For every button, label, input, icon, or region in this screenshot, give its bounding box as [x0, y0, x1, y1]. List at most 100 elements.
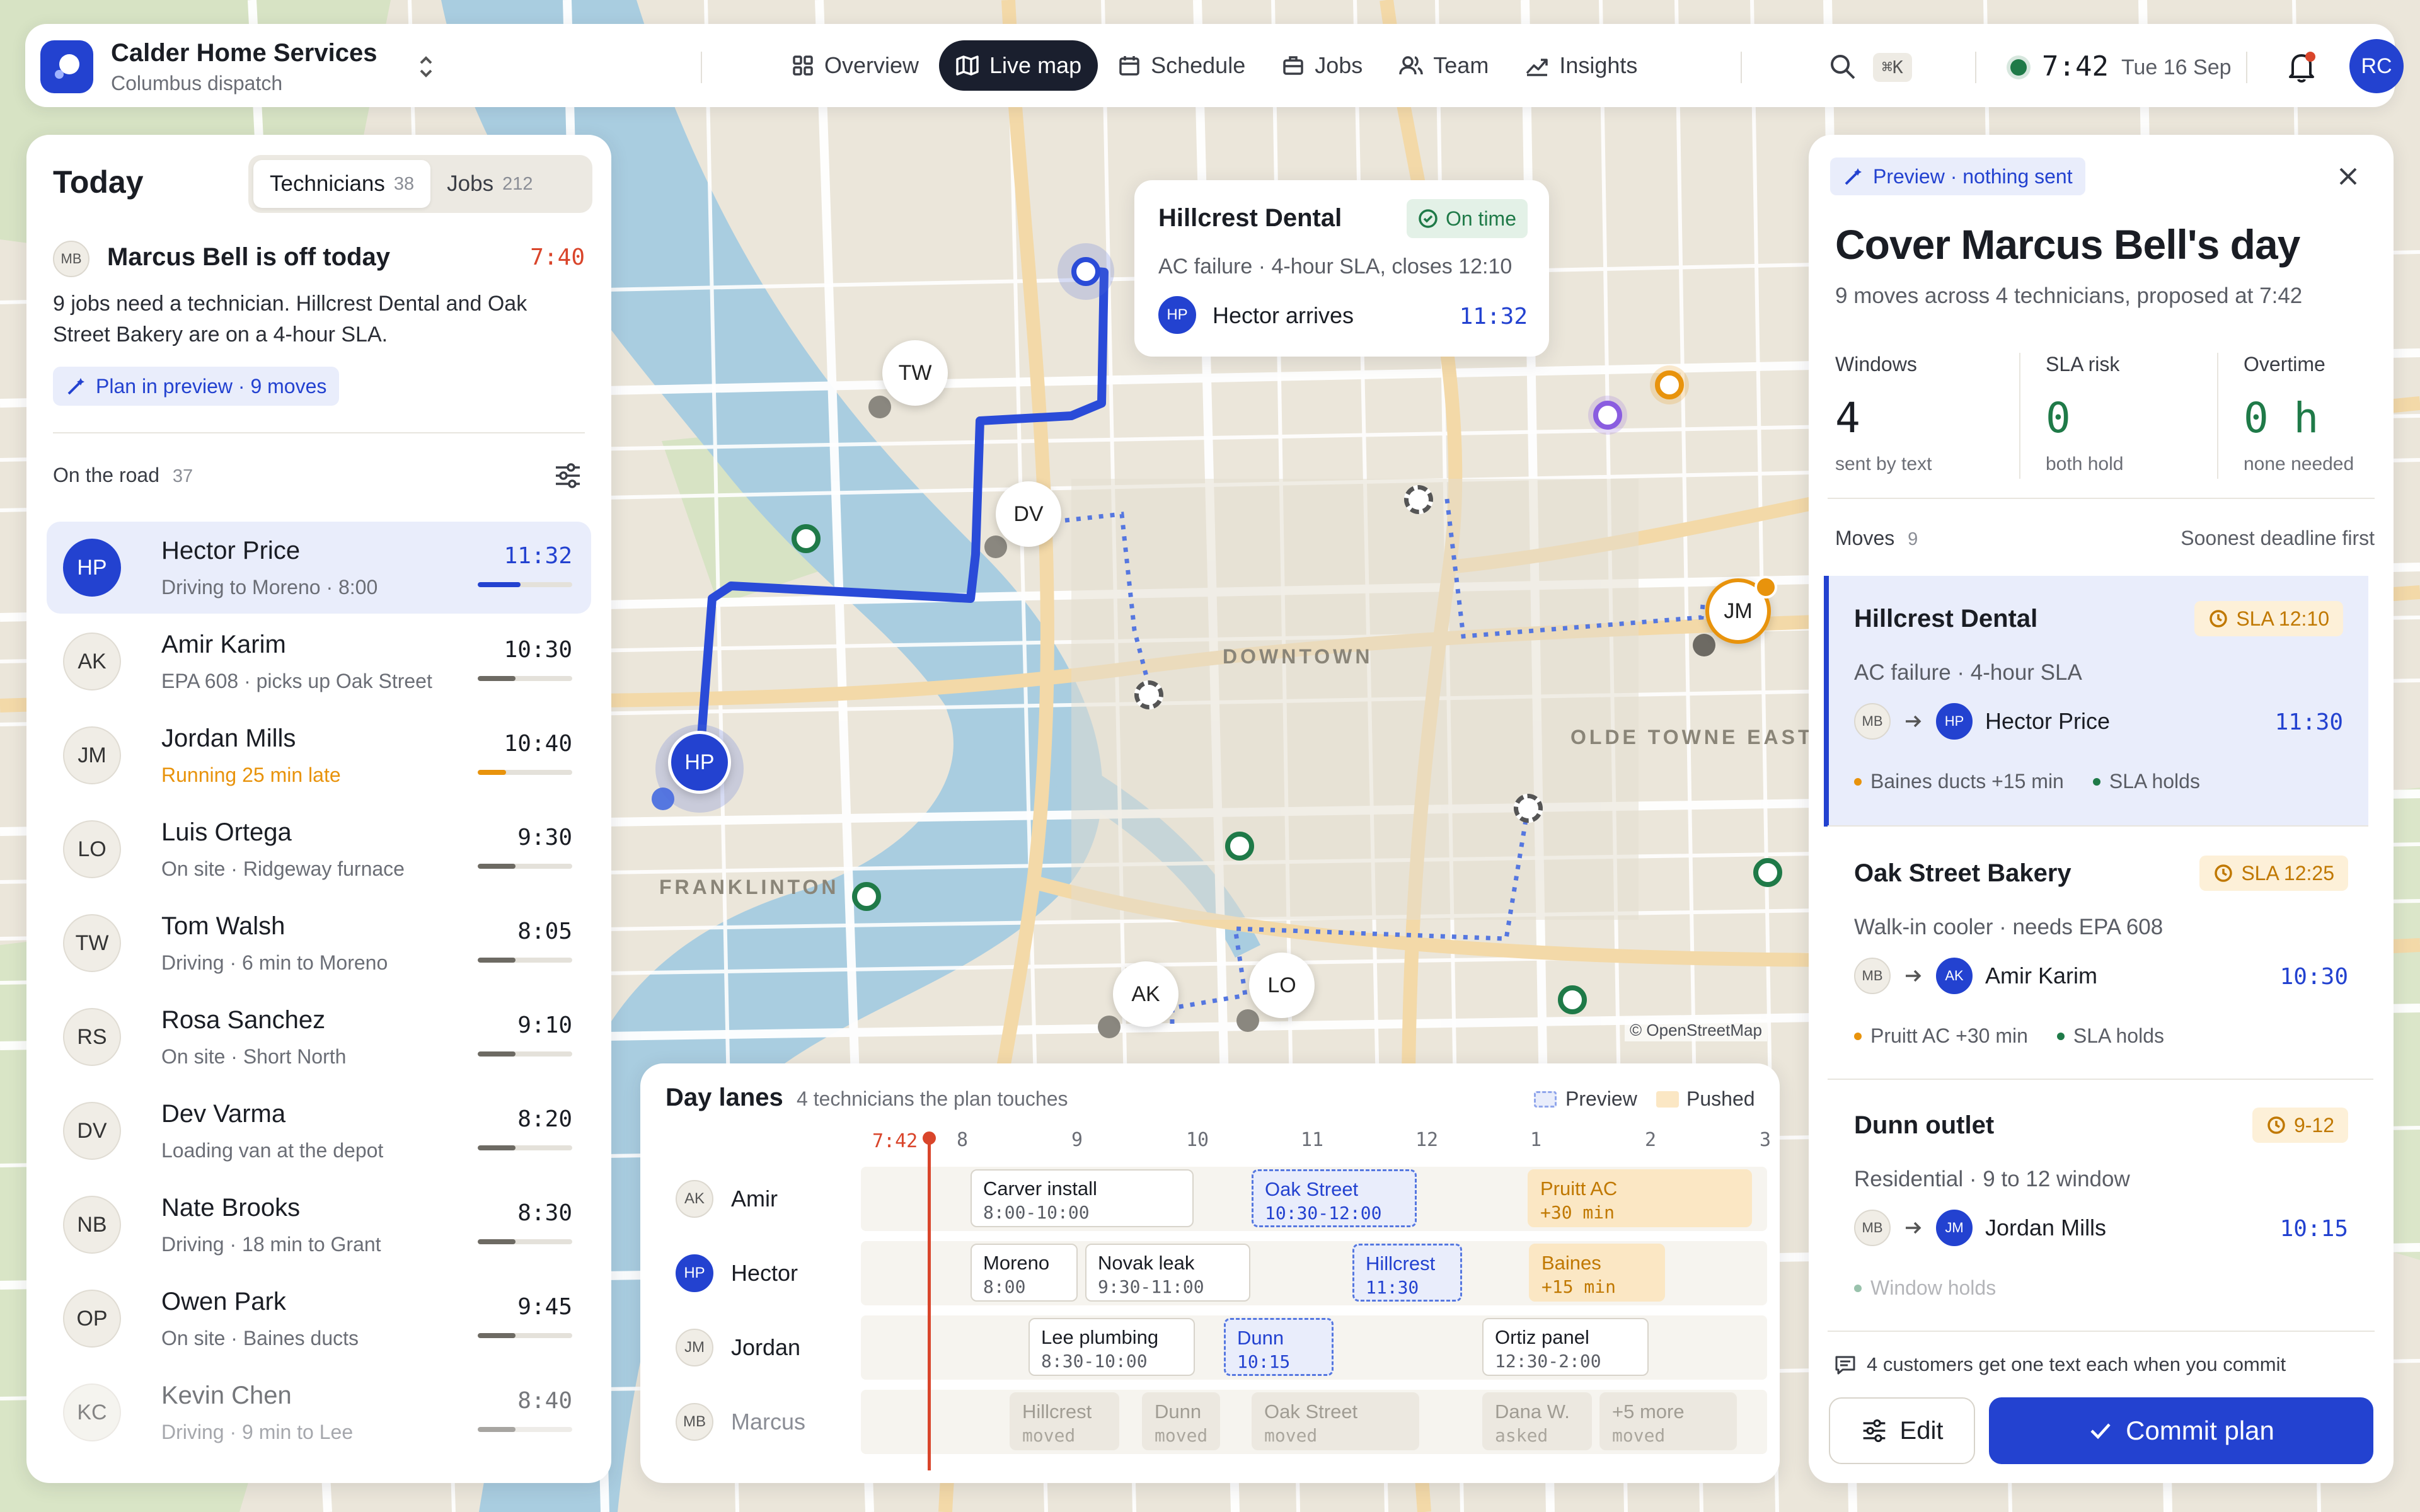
proposed-stop-marker[interactable]	[1134, 680, 1163, 709]
lane-row: MB Marcus Hillcrest moved Dunn moved Oak Stree…	[655, 1389, 1767, 1455]
holds-dot	[2056, 1032, 2065, 1040]
technician-row[interactable]: LO Luis Ortega On site · Ridgeway furnace 9…	[47, 803, 591, 895]
map-pin-ak[interactable]: AK	[1113, 961, 1178, 1027]
map-pin-hp[interactable]: HP	[668, 731, 731, 794]
move-notes: Baines ducts +15 min SLA holds	[1854, 770, 2200, 793]
technician-avatar: DV	[63, 1102, 121, 1160]
technician-row[interactable]: JM Jordan Mills Running 25 min late 10:40	[47, 709, 591, 801]
job-marker[interactable]	[1655, 370, 1684, 399]
lane-job-block[interactable]: Dunn moved	[1142, 1392, 1220, 1450]
job-block-title: Pruitt AC	[1540, 1177, 1618, 1200]
job-block-time: 10:30-12:00	[1265, 1202, 1382, 1223]
technician-row[interactable]: NB Nate Brooks Driving · 18 min to Grant 8:…	[47, 1179, 591, 1271]
holds-dot	[1854, 1284, 1862, 1292]
alert-time: 7:40	[530, 244, 585, 270]
job-marker[interactable]	[792, 524, 821, 553]
technician-eta: 9:45	[517, 1294, 572, 1320]
map-label-franklinton: FRANKLINTON	[659, 876, 839, 898]
job-marker[interactable]	[1558, 985, 1587, 1014]
move-note-holds: Window holds	[1870, 1276, 1997, 1299]
lane-job-block[interactable]: Ortiz panel 12:30-2:00	[1482, 1318, 1649, 1376]
stat-sub: both hold	[2046, 454, 2124, 474]
nav-insights[interactable]: Insights	[1509, 40, 1654, 91]
job-popup[interactable]: Hillcrest Dental On time AC failure · 4-…	[1134, 180, 1549, 357]
nav-live-map[interactable]: Live map	[939, 40, 1098, 91]
job-marker[interactable]	[1753, 858, 1782, 887]
technician-row[interactable]: DV Dev Varma Loading van at the depot 8:20	[47, 1085, 591, 1177]
proposed-stop-marker[interactable]	[1404, 485, 1433, 514]
lane-job-block[interactable]: +5 more moved	[1599, 1392, 1737, 1450]
move-card[interactable]: Hillcrest Dental SLA 12:10 AC failure · 4-…	[1824, 576, 2368, 827]
lane-job-block[interactable]: Lee plumbing 8:30-10:00	[1028, 1318, 1195, 1376]
main-nav: Overview Live map Schedule Jobs Team Ins…	[775, 40, 1657, 91]
job-block-title: Moreno	[983, 1252, 1050, 1274]
stat-value: 0	[2046, 394, 2071, 442]
nav-team[interactable]: Team	[1383, 40, 1505, 91]
nav-live-map-label: Live map	[989, 52, 1082, 78]
job-block-title: Dana W.	[1495, 1400, 1570, 1423]
lane-job-block[interactable]: Carver install 8:00-10:00	[971, 1169, 1194, 1227]
lane-job-block[interactable]: Moreno 8:00	[971, 1244, 1078, 1302]
job-block-title: Ortiz panel	[1495, 1326, 1589, 1348]
map-pin-lo[interactable]: LO	[1249, 953, 1315, 1018]
plan-in-preview-button[interactable]: Plan in preview · 9 moves	[53, 367, 340, 406]
technician-row[interactable]: KC Kevin Chen Driving · 9 min to Lee 8:40	[47, 1366, 591, 1458]
job-marker[interactable]	[852, 882, 881, 911]
technician-row[interactable]: OP Owen Park On site · Baines ducts 9:45	[47, 1273, 591, 1365]
technician-row[interactable]: HP Hector Price Driving to Moreno · 8:00 11…	[47, 522, 591, 614]
technician-name: Owen Park	[161, 1288, 286, 1315]
search-icon[interactable]	[1828, 52, 1858, 85]
technician-row[interactable]: TW Tom Walsh Driving · 6 min to Moreno 8:05	[47, 897, 591, 989]
vehicle-dot	[1098, 1016, 1121, 1038]
today-panel: Today Technicians 38 Jobs 212 MB Marcus …	[26, 135, 611, 1483]
technician-name: Kevin Chen	[161, 1382, 292, 1409]
close-icon[interactable]	[2334, 163, 2362, 193]
nav-jobs[interactable]: Jobs	[1265, 40, 1379, 91]
to-avatar: HP	[1936, 703, 1973, 740]
lane-job-block[interactable]: Dunn 10:15	[1224, 1318, 1334, 1376]
move-note-holds: SLA holds	[2073, 1024, 2164, 1047]
job-block-time: 12:30-2:00	[1495, 1350, 1601, 1372]
user-avatar[interactable]: RC	[2349, 39, 2404, 93]
sort-selector[interactable]: Soonest deadline first	[2181, 527, 2375, 550]
tab-jobs[interactable]: Jobs 212	[430, 160, 549, 208]
lane-job-block[interactable]: Hillcrest 11:30	[1352, 1244, 1462, 1302]
technician-row[interactable]: AK Amir Karim EPA 608 · picks up Oak Stree…	[47, 616, 591, 707]
stat-card: Windows 4 sent by text	[1835, 353, 2024, 479]
proposed-stop-marker[interactable]	[1514, 794, 1543, 823]
nav-schedule[interactable]: Schedule	[1102, 40, 1262, 91]
map-icon	[956, 55, 979, 76]
commit-plan-button[interactable]: Commit plan	[1989, 1397, 2373, 1464]
job-marker[interactable]	[1225, 832, 1254, 861]
job-marker[interactable]	[1071, 257, 1100, 286]
map-pin-dv[interactable]: DV	[996, 481, 1061, 547]
move-note-pushed: Baines ducts +15 min	[1870, 770, 2064, 793]
technician-name: Hector Price	[161, 537, 301, 564]
vehicle-dot	[868, 396, 891, 418]
app-name: Calder Home Services	[111, 39, 377, 67]
technician-row[interactable]: RS Rosa Sanchez On site · Short North 9:10	[47, 991, 591, 1083]
lane-job-block[interactable]: Oak Street 10:30-12:00	[1252, 1169, 1417, 1227]
job-marker[interactable]	[1593, 401, 1622, 430]
vehicle-dot	[1693, 634, 1715, 656]
nav-overview[interactable]: Overview	[775, 40, 935, 91]
technician-name: Rosa Sanchez	[161, 1006, 326, 1034]
technician-status: On site · Ridgeway furnace	[161, 857, 405, 880]
edit-button[interactable]: Edit	[1829, 1397, 1975, 1464]
lane-job-block[interactable]: Pruitt AC +30 min	[1528, 1169, 1752, 1227]
app-logo[interactable]	[40, 40, 93, 93]
lane-job-block[interactable]: Dana W. asked	[1482, 1392, 1592, 1450]
workspace-switcher-icon[interactable]	[417, 52, 435, 86]
lane-job-block[interactable]: Baines +15 min	[1529, 1244, 1665, 1302]
lane-job-block[interactable]: Novak leak 9:30-11:00	[1085, 1244, 1250, 1302]
tab-technicians[interactable]: Technicians 38	[253, 160, 431, 208]
filter-icon[interactable]	[553, 461, 582, 493]
map-pin-tw[interactable]: TW	[882, 340, 948, 406]
plan-panel: Preview · nothing sent Cover Marcus Bell…	[1809, 135, 2394, 1483]
lane-job-block[interactable]: Hillcrest moved	[1010, 1392, 1119, 1450]
move-card[interactable]: Oak Street Bakery SLA 12:25 Walk-in cooler…	[1828, 830, 2373, 1080]
lane-job-block[interactable]: Oak Street moved	[1252, 1392, 1419, 1450]
bell-icon[interactable]	[2285, 49, 2318, 88]
sla-label: SLA 12:10	[2236, 607, 2329, 630]
move-card[interactable]: Dunn outlet 9-12 Residential · 9 to 12 win…	[1829, 1082, 2373, 1332]
